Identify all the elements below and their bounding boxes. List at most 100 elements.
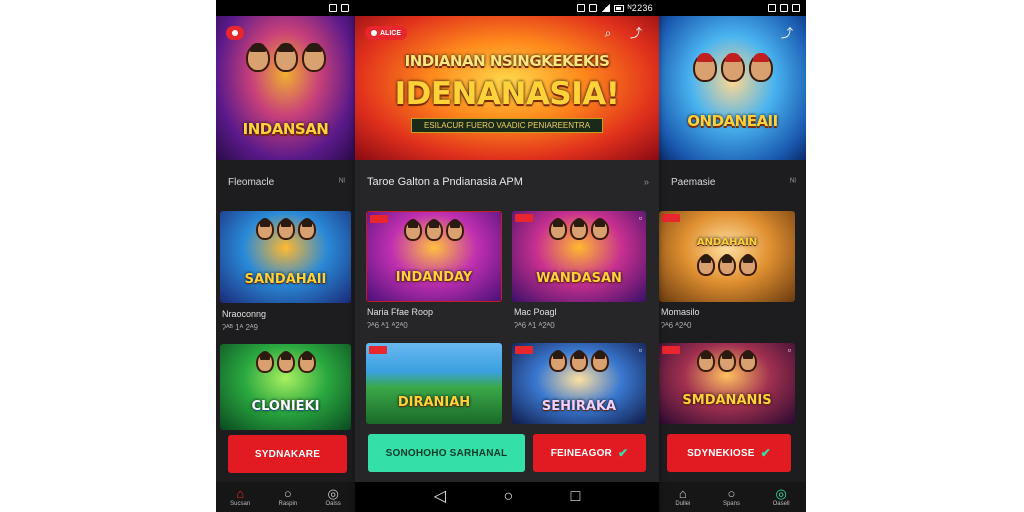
nav-explore[interactable]: ○ Raspin (278, 487, 297, 507)
nav-search[interactable]: ◎ Oalss (325, 487, 340, 507)
install-label: FEINEAGOR (550, 447, 612, 459)
app-logo (226, 26, 244, 40)
card-artwork (366, 343, 502, 424)
signal-icon (600, 4, 610, 12)
game-card[interactable]: DIRANIAH (366, 343, 502, 424)
install-button[interactable]: FEINEAGOR ✔ (533, 434, 646, 472)
character-icon (549, 350, 567, 372)
see-more-link[interactable]: ᴺᴵ (339, 177, 345, 188)
nav-label: Sucsan (230, 501, 251, 507)
share-icon[interactable]: ⤴ (780, 26, 794, 40)
see-more-link[interactable]: » (643, 177, 649, 188)
nav-search[interactable]: ◎ Oasell (773, 487, 790, 507)
nav-label: Oalss (325, 501, 341, 507)
download-button[interactable]: SONOHOHO SARHANAL (368, 434, 525, 472)
game-card[interactable]: CLONIEKI (220, 344, 351, 430)
character-icon (297, 218, 316, 240)
share-icon[interactable]: ⤴ (629, 26, 643, 40)
character-icon (591, 218, 609, 240)
notification-icon (576, 4, 585, 12)
card-art-title: SANDAHAII (244, 272, 327, 287)
card-art-title: INDANDAY (395, 270, 473, 285)
banner-characters (659, 53, 806, 82)
card-badge (369, 346, 387, 354)
game-card[interactable]: ▫ SEHIRAKA (512, 343, 646, 424)
character-icon (692, 53, 717, 82)
screenshot-stage: INDANSAN Fleomacle ᴺᴵ SANDAHAII Nraoconn… (0, 0, 1024, 512)
home-icon: ⌂ (236, 486, 245, 501)
character-icon (245, 43, 270, 72)
bottom-navigation: ⌂ Sucsan ○ Raspin ◎ Oalss (216, 482, 355, 512)
character-icon (739, 350, 757, 372)
card-subtitle: ʔᴬ6 ᴬ2ᴬ0 (661, 321, 692, 330)
character-icon (570, 350, 588, 372)
hero-banner[interactable]: INDANSAN (216, 16, 355, 160)
character-icon (720, 53, 745, 82)
card-characters (512, 350, 646, 372)
circle-icon: ○ (283, 486, 292, 501)
section-title: Fleomacle (228, 176, 275, 188)
back-icon[interactable]: ◁ (434, 489, 446, 505)
section-header: Paemasie ᴺᴵ (671, 172, 796, 192)
nav-label: Oasell (772, 501, 790, 507)
recents-icon[interactable]: □ (571, 489, 581, 505)
logo-text: ALICE (380, 29, 401, 37)
right-phone-screen: ⤴ ONDANEAII Paemasie ᴺᴵ ANDAHAIN Momasil… (659, 0, 806, 512)
see-more-link[interactable]: ᴺᴵ (790, 177, 796, 188)
card-characters (512, 218, 646, 240)
nav-home[interactable]: ⌂ Sucsan (230, 487, 250, 507)
character-icon (301, 43, 326, 72)
banner-title: ONDANEAII (687, 112, 778, 130)
game-card[interactable]: ANDAHAIN (659, 211, 795, 302)
card-subtitle: ʔᴬ6 ᴬ1 ᴬ2ᴬ0 (367, 321, 408, 330)
status-bar (216, 0, 355, 16)
check-icon: ✔ (760, 446, 771, 460)
game-card[interactable]: ▫ SMDANANIS (659, 343, 795, 424)
card-characters (659, 254, 795, 276)
search-icon[interactable]: ⌕ (601, 26, 615, 40)
character-icon (697, 350, 715, 372)
character-icon (276, 218, 295, 240)
nav-label: Raspin (278, 501, 298, 507)
status-bar (659, 0, 806, 16)
card-name: Naria Ffae Roop (367, 307, 434, 317)
game-card[interactable]: SANDAHAII (220, 211, 351, 303)
system-navigation-bar: ◁ ○ □ (355, 482, 659, 512)
nav-home[interactable]: ⌂ Dullei (675, 487, 690, 507)
install-button[interactable]: SDYNEKIOSE ✔ (667, 434, 791, 472)
bottom-navigation: ⌂ Dullei ○ Spans ◎ Oasell (659, 482, 806, 512)
banner-characters (216, 43, 355, 72)
card-art-title: ANDAHAIN (696, 237, 758, 248)
nav-explore[interactable]: ○ Spans (723, 487, 740, 507)
card-art-title: SEHIRAKA (541, 399, 617, 414)
character-icon (718, 350, 736, 372)
install-button[interactable]: SYDNAKARE (228, 435, 347, 473)
character-icon (276, 351, 295, 373)
check-icon: ✔ (617, 446, 629, 460)
character-icon (446, 219, 464, 241)
hero-banner[interactable]: ALICE ⌕ ⤴ INDIANAN NSINGKEKEKIS IDENANAS… (355, 16, 659, 160)
home-icon: ⌂ (678, 486, 687, 501)
search-icon: ◎ (327, 486, 339, 501)
game-card[interactable]: ▫ WANDASAN (512, 211, 646, 302)
card-art-title: SMDANANIS (682, 393, 772, 408)
home-circle-icon[interactable]: ○ (503, 489, 513, 505)
search-icon: ◎ (775, 486, 787, 501)
character-icon (425, 219, 443, 241)
section-title: Paemasie (671, 176, 716, 188)
notification-icon (329, 4, 337, 12)
character-icon (255, 351, 274, 373)
card-meta: Nraoconng ʔᴬᴮ 1ᴬ 2ᴬ9 (222, 308, 266, 334)
status-time: ᴺ2236 (627, 3, 653, 13)
character-icon (570, 218, 588, 240)
install-label: SDYNEKIOSE (687, 447, 755, 459)
card-badge (662, 214, 680, 222)
game-card[interactable]: INDANDAY (366, 211, 502, 302)
character-icon (748, 53, 773, 82)
character-icon (718, 254, 736, 276)
battery-icon (613, 4, 624, 12)
hero-banner[interactable]: ⤴ ONDANEAII (659, 16, 806, 160)
character-icon (591, 350, 609, 372)
app-logo: ALICE (365, 26, 407, 40)
character-icon (739, 254, 757, 276)
